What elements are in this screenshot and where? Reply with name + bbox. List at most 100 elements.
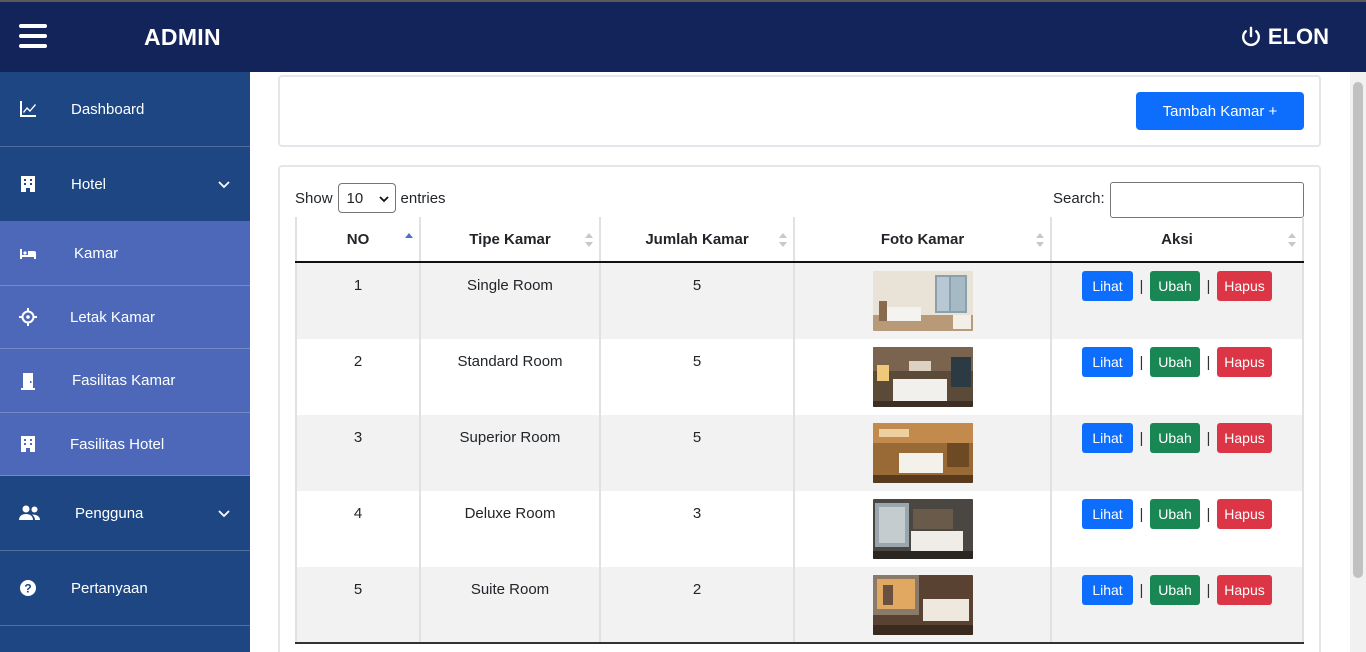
edit-button[interactable]: Ubah xyxy=(1150,347,1200,377)
sort-icon xyxy=(585,233,593,247)
delete-button[interactable]: Hapus xyxy=(1217,271,1272,301)
cell-no: 1 xyxy=(295,263,421,339)
cell-tipe-kamar: Single Room xyxy=(421,263,601,339)
cell-foto-kamar xyxy=(795,339,1052,415)
delete-button[interactable]: Hapus xyxy=(1217,423,1272,453)
sidebar-item-label: Pengguna xyxy=(75,504,144,522)
rooms-table: NO Tipe Kamar Jumlah Kamar Foto Kamar Ak… xyxy=(295,217,1304,643)
column-header-no[interactable]: NO xyxy=(295,217,421,261)
room-photo[interactable] xyxy=(872,271,973,331)
separator: | xyxy=(1139,429,1144,447)
svg-text:?: ? xyxy=(24,582,31,596)
sidebar-item-pertanyaan[interactable]: ? Pertanyaan xyxy=(0,551,250,626)
user-name: ELON xyxy=(1267,24,1329,49)
column-header-tipe-kamar[interactable]: Tipe Kamar xyxy=(421,217,601,261)
cell-actions: Lihat | Ubah | Hapus xyxy=(1052,567,1304,643)
sidebar-item-label: Kamar xyxy=(74,245,119,262)
question-circle-icon: ? xyxy=(19,579,37,597)
scrollbar-thumb[interactable] xyxy=(1353,82,1363,578)
sidebar: Dashboard Hotel Kamar Letak Kamar Fasili… xyxy=(0,72,250,652)
cell-no: 4 xyxy=(295,491,421,567)
sidebar-item-kamar[interactable]: Kamar xyxy=(0,222,250,286)
add-room-button[interactable]: Tambah Kamar + xyxy=(1136,92,1304,130)
sort-icon xyxy=(1288,233,1296,247)
brand-title: ADMIN xyxy=(144,24,221,50)
room-photo[interactable] xyxy=(872,575,973,635)
sidebar-item-pengguna[interactable]: Pengguna xyxy=(0,476,250,551)
view-button[interactable]: Lihat xyxy=(1082,347,1133,377)
sidebar-item-fasilitas-hotel[interactable]: Fasilitas Hotel xyxy=(0,413,250,476)
view-button[interactable]: Lihat xyxy=(1082,499,1133,529)
sort-icon xyxy=(779,233,787,247)
edit-button[interactable]: Ubah xyxy=(1150,271,1200,301)
show-label: Show xyxy=(295,189,333,207)
users-icon xyxy=(19,504,41,522)
cell-actions: Lihat | Ubah | Hapus xyxy=(1052,339,1304,415)
view-button[interactable]: Lihat xyxy=(1082,423,1133,453)
separator: | xyxy=(1206,277,1211,295)
cell-foto-kamar xyxy=(795,491,1052,567)
edit-button[interactable]: Ubah xyxy=(1150,499,1200,529)
cell-jumlah-kamar: 3 xyxy=(601,491,795,567)
sidebar-item-label: Pertanyaan xyxy=(71,579,148,597)
top-navbar: ADMIN ELON xyxy=(0,0,1366,72)
column-header-jumlah-kamar[interactable]: Jumlah Kamar xyxy=(601,217,795,261)
cell-foto-kamar xyxy=(795,263,1052,339)
separator: | xyxy=(1206,353,1211,371)
separator: | xyxy=(1139,581,1144,599)
search-label: Search: xyxy=(1053,190,1105,207)
separator: | xyxy=(1139,505,1144,523)
sidebar-item-label: Fasilitas Hotel xyxy=(70,435,165,453)
cell-foto-kamar xyxy=(795,415,1052,491)
edit-button[interactable]: Ubah xyxy=(1150,423,1200,453)
room-photo[interactable] xyxy=(872,347,973,407)
column-header-aksi[interactable]: Aksi xyxy=(1052,217,1304,261)
chart-line-icon xyxy=(19,100,37,118)
user-logout-button[interactable]: ELON xyxy=(1240,24,1329,50)
chevron-down-icon xyxy=(218,181,230,189)
table-row: 2 Standard Room 5 Lihat | Ubah | Hapus xyxy=(295,339,1304,415)
sort-icon xyxy=(1036,233,1044,247)
sidebar-item-label: Fasilitas Kamar xyxy=(72,372,176,389)
cell-jumlah-kamar: 5 xyxy=(601,339,795,415)
table-header: NO Tipe Kamar Jumlah Kamar Foto Kamar Ak… xyxy=(295,217,1304,263)
sidebar-item-letak-kamar[interactable]: Letak Kamar xyxy=(0,286,250,349)
door-icon xyxy=(19,372,37,390)
view-button[interactable]: Lihat xyxy=(1082,271,1133,301)
cell-foto-kamar xyxy=(795,567,1052,643)
page-scrollbar[interactable] xyxy=(1350,72,1366,652)
delete-button[interactable]: Hapus xyxy=(1217,347,1272,377)
room-photo[interactable] xyxy=(872,423,973,483)
delete-button[interactable]: Hapus xyxy=(1217,575,1272,605)
table-footer-border xyxy=(295,642,1304,644)
room-photo[interactable] xyxy=(872,499,973,559)
column-header-foto-kamar[interactable]: Foto Kamar xyxy=(795,217,1052,261)
cell-tipe-kamar: Standard Room xyxy=(421,339,601,415)
sidebar-item-dashboard[interactable]: Dashboard xyxy=(0,72,250,147)
cell-no: 2 xyxy=(295,339,421,415)
delete-button[interactable]: Hapus xyxy=(1217,499,1272,529)
crosshairs-icon xyxy=(19,308,37,326)
search-input[interactable] xyxy=(1110,182,1304,218)
entries-length-control: Show 10 entries xyxy=(295,183,446,213)
sort-asc-icon xyxy=(405,233,413,238)
sidebar-item-hotel[interactable]: Hotel xyxy=(0,147,250,222)
table-row: 5 Suite Room 2 Lihat | Ubah | Hapus xyxy=(295,567,1304,643)
sidebar-item-fasilitas-kamar[interactable]: Fasilitas Kamar xyxy=(0,349,250,413)
building-icon xyxy=(19,175,37,193)
separator: | xyxy=(1206,581,1211,599)
entries-select[interactable]: 10 xyxy=(337,183,396,213)
table-row: 3 Superior Room 5 Lihat | Ubah | Hapus xyxy=(295,415,1304,491)
chevron-down-icon xyxy=(378,196,389,203)
edit-button[interactable]: Ubah xyxy=(1150,575,1200,605)
view-button[interactable]: Lihat xyxy=(1082,575,1133,605)
cell-actions: Lihat | Ubah | Hapus xyxy=(1052,263,1304,339)
cell-actions: Lihat | Ubah | Hapus xyxy=(1052,415,1304,491)
hamburger-menu-icon[interactable] xyxy=(19,24,47,48)
table-row: 4 Deluxe Room 3 Lihat | Ubah | Hapus xyxy=(295,491,1304,567)
sidebar-item-label: Dashboard xyxy=(71,100,145,118)
cell-jumlah-kamar: 5 xyxy=(601,263,795,339)
separator: | xyxy=(1206,505,1211,523)
cell-tipe-kamar: Deluxe Room xyxy=(421,491,601,567)
cell-jumlah-kamar: 2 xyxy=(601,567,795,643)
